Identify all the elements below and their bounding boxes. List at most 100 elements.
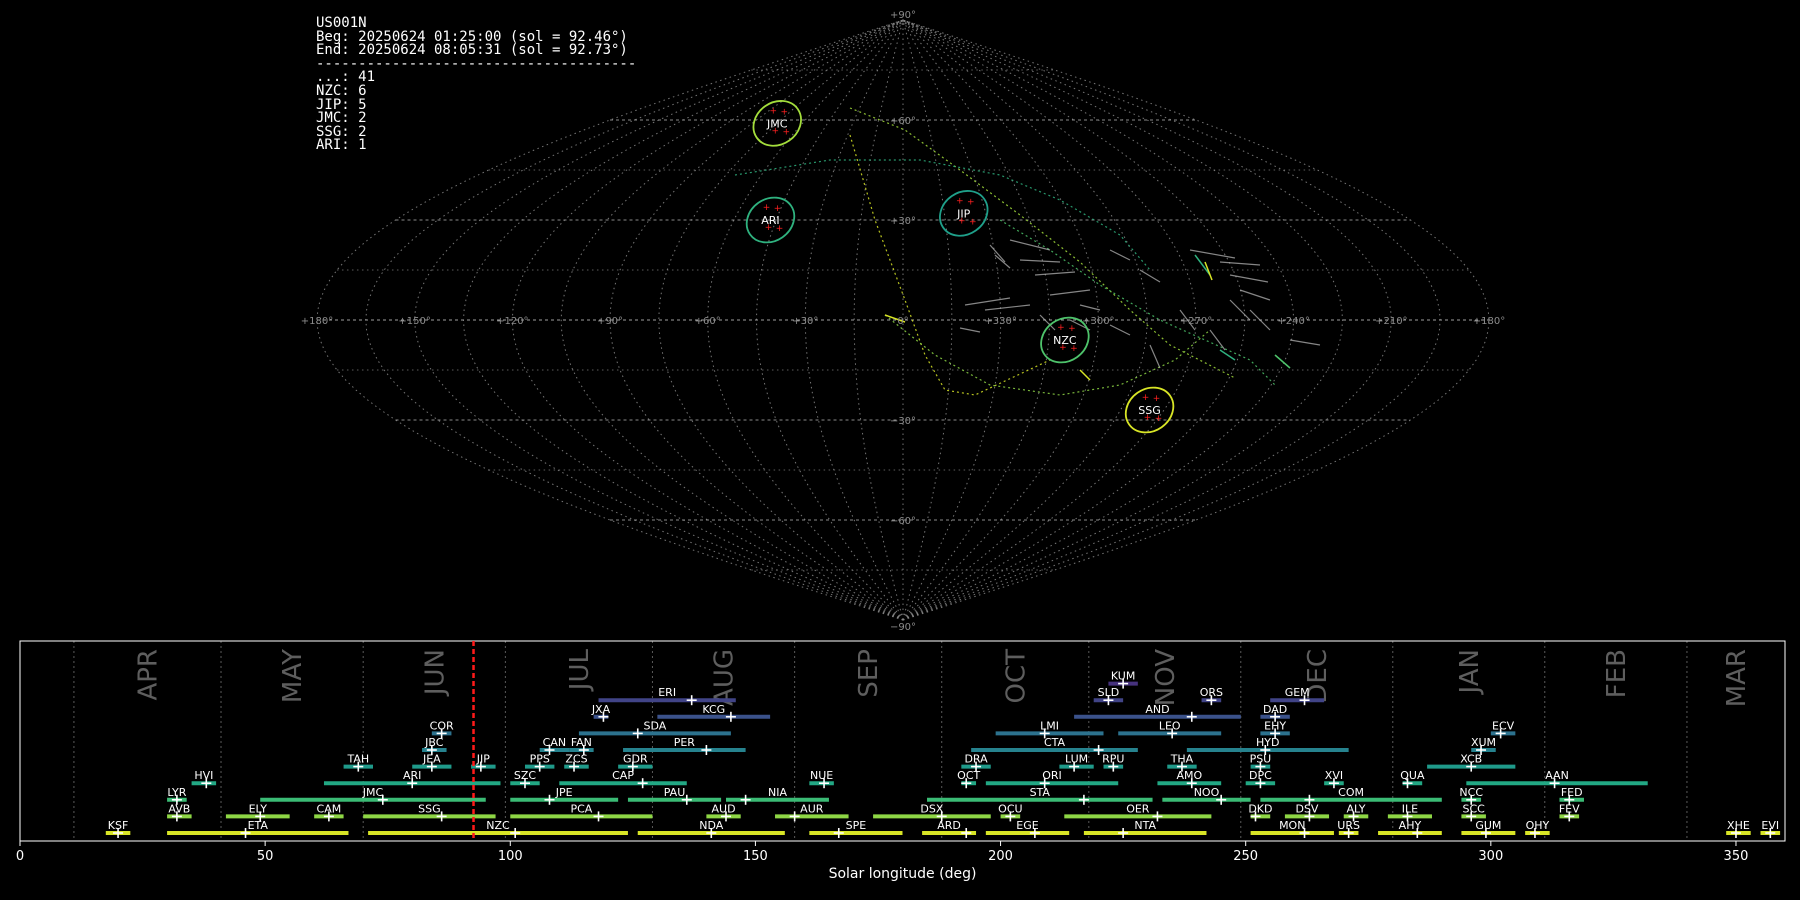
shower-bar: FEV <box>1559 802 1580 822</box>
radiant-label: ARI <box>761 214 779 227</box>
month-label: AUG <box>710 649 740 706</box>
shower-bar: KCG <box>657 703 771 722</box>
detection-point: + <box>763 203 771 213</box>
meteor-track <box>1219 261 1261 266</box>
longitude-label: +150° <box>398 316 430 327</box>
shower-bar: MON <box>1250 819 1334 838</box>
longitude-label: +60° <box>695 316 721 327</box>
meteor-track <box>1209 329 1226 351</box>
shower-bar: LEO <box>1118 719 1222 739</box>
shower-bar: XCB <box>1427 753 1516 772</box>
shower-code-label: PPS <box>530 753 550 766</box>
shower-code-label: STA <box>1030 786 1051 799</box>
shower-bar: AND <box>1074 703 1241 722</box>
shower-code-label: ELY <box>249 802 268 815</box>
month-label: OCT <box>1001 649 1031 704</box>
month-label: JUN <box>420 649 450 697</box>
shower-code-label: AAN <box>1545 769 1569 782</box>
x-axis-label: Solar longitude (deg) <box>829 866 977 882</box>
detection-point: + <box>1153 394 1161 404</box>
shower-bar: ORI <box>985 769 1119 789</box>
shower-code-label: SDA <box>644 719 667 732</box>
shower-bar: SDA <box>578 719 731 739</box>
shower-bar: AUR <box>775 802 849 822</box>
longitude-label: +180° <box>301 316 333 327</box>
shower-bar: DKD <box>1248 802 1272 822</box>
shower-bar: URS <box>1337 819 1360 838</box>
meteor-track <box>964 297 1011 306</box>
meteor-track <box>1149 344 1161 369</box>
shower-code-label: LYR <box>167 786 186 799</box>
month-label: JUL <box>565 648 595 692</box>
shower-code-label: XUM <box>1471 736 1496 749</box>
radiant-sky-map: +180° +150° +120° +90° +60° +30° 0° +330° +300° +… <box>301 10 1505 630</box>
shower-code-label: KUM <box>1111 670 1135 683</box>
shower-code-label: AMO <box>1176 769 1202 782</box>
shower-code-label: JBC <box>424 736 444 749</box>
shower-code-label: CAP <box>612 769 634 782</box>
detection-point: + <box>956 196 964 206</box>
month-label: FEB <box>1602 649 1632 698</box>
x-tick-label: 100 <box>498 849 523 864</box>
shower-bar: EGE <box>985 819 1070 838</box>
shower-bar: NUE <box>809 769 834 789</box>
meteor-track <box>959 327 981 333</box>
latitude-label: +30° <box>890 216 916 227</box>
month-label: MAY <box>278 649 308 703</box>
shower-code-label: SLD <box>1098 686 1120 699</box>
shower-code-label: TAH <box>346 753 369 766</box>
shower-bar: TAH <box>343 753 373 772</box>
meteor-track <box>1229 299 1251 321</box>
shower-code-label: RPU <box>1102 753 1124 766</box>
radiant-label: SSG <box>1138 404 1161 417</box>
shower-bar: XHE <box>1726 819 1751 838</box>
longitude-label: +90° <box>597 316 623 327</box>
shower-bar: SLD <box>1093 686 1124 706</box>
shower-code-label: AVB <box>168 802 190 815</box>
shower-bar: PCA <box>510 802 653 822</box>
shower-code-label: COM <box>1338 786 1364 799</box>
meteor-track <box>1194 254 1211 276</box>
shower-code-label: ETA <box>248 819 269 832</box>
month-label: MAR <box>1722 649 1752 707</box>
shower-code-label: PAU <box>664 786 686 799</box>
detection-point: + <box>967 197 975 207</box>
shower-code-label: THA <box>1170 753 1194 766</box>
shower-code-label: AUD <box>712 802 736 815</box>
shower-code-label: AND <box>1145 703 1169 716</box>
latitude-label: −90° <box>890 622 916 630</box>
x-axis-ticks: 0 50 100 150 200 250 300 350 <box>16 841 1748 864</box>
longitude-label: +120° <box>496 316 528 327</box>
meteor-track <box>1049 289 1091 296</box>
shower-code-label: SZC <box>514 769 537 782</box>
shower-bar: JMC <box>260 786 486 805</box>
shower-code-label: AUR <box>800 802 824 815</box>
shower-bar: ZCS <box>564 753 589 772</box>
shower-code-label: NIA <box>768 786 787 799</box>
shower-code-label: NDA <box>699 819 724 832</box>
shower-code-label: KCG <box>702 703 725 716</box>
shower-code-label: URS <box>1337 819 1360 832</box>
x-tick-label: 50 <box>257 849 274 864</box>
radiant-label: JMC <box>766 117 788 130</box>
shower-code-label: PCA <box>570 802 592 815</box>
shower-bar: ARD <box>922 819 977 838</box>
shower-code-label: EVI <box>1761 819 1779 832</box>
shower-bar: RPU <box>1102 753 1124 772</box>
longitude-label: +330° <box>984 316 1016 327</box>
detection-point: + <box>769 106 777 116</box>
shower-bar: QUA <box>1400 769 1425 789</box>
shower-bar: SSG <box>363 802 496 822</box>
shower-bar: NZC <box>368 819 628 838</box>
shower-code-label: OCU <box>998 802 1022 815</box>
radiant-marker: + ++ +JIP <box>939 190 989 237</box>
shower-code-label: DSX <box>920 802 943 815</box>
shower-code-label: DRA <box>964 753 988 766</box>
shower-bar: STA <box>927 786 1153 805</box>
shower-code-label: FED <box>1561 786 1583 799</box>
shower-code-label: ORI <box>1042 769 1062 782</box>
meteor-track <box>1204 261 1213 281</box>
shower-code-label: DKD <box>1248 802 1272 815</box>
shower-code-label: QUA <box>1400 769 1425 782</box>
radiant-track-arc <box>999 219 1276 386</box>
